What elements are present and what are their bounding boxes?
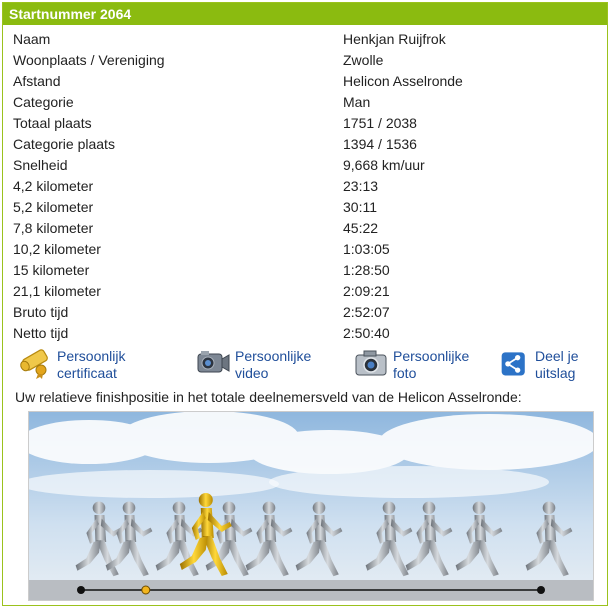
progress-start-dot bbox=[77, 586, 85, 594]
info-label: Bruto tijd bbox=[13, 303, 69, 320]
info-value: 1751 / 2038 bbox=[343, 114, 417, 131]
info-row: 4,2 kilometer 23:13 bbox=[13, 175, 463, 196]
info-value: 2:52:07 bbox=[343, 303, 390, 320]
info-value: Helicon Asselronde bbox=[343, 72, 463, 89]
panel-header: Startnummer 2064 bbox=[3, 3, 607, 25]
info-row: Afstand Helicon Asselronde bbox=[13, 70, 463, 91]
info-label: 21,1 kilometer bbox=[13, 282, 101, 299]
share-link-line2: uitslag bbox=[535, 365, 576, 381]
certificate-icon bbox=[20, 349, 48, 379]
info-row: 7,8 kilometer 45:22 bbox=[13, 217, 463, 238]
runners-illustration bbox=[29, 412, 593, 600]
info-row: 21,1 kilometer 2:09:21 bbox=[13, 280, 463, 301]
info-row: 5,2 kilometer 30:11 bbox=[13, 196, 463, 217]
info-row: Bruto tijd 2:52:07 bbox=[13, 301, 463, 322]
info-label: Categorie bbox=[13, 93, 74, 110]
info-row: 10,2 kilometer 1:03:05 bbox=[13, 238, 463, 259]
info-row: Naam Henkjan Ruijfrok bbox=[13, 28, 463, 49]
info-label: Totaal plaats bbox=[13, 114, 92, 131]
info-value: 30:11 bbox=[343, 198, 377, 215]
share-link-line1: Deel je bbox=[535, 348, 579, 364]
result-table: Naam Henkjan Ruijfrok Woonplaats / Verenig… bbox=[13, 28, 463, 343]
video-link-line2: video bbox=[235, 365, 269, 381]
action-links: Persoonlijk certificaat Persoonlijke video… bbox=[3, 346, 607, 386]
video-camera-icon bbox=[197, 351, 230, 373]
finish-position-marker bbox=[141, 585, 151, 595]
info-label: Netto tijd bbox=[13, 324, 69, 341]
info-value: 9,668 km/uur bbox=[343, 156, 425, 173]
certificate-link[interactable]: Persoonlijk certificaat bbox=[17, 346, 125, 382]
info-label: 4,2 kilometer bbox=[13, 177, 94, 194]
info-label: 7,8 kilometer bbox=[13, 219, 94, 236]
info-label: Snelheid bbox=[13, 156, 68, 173]
info-row: Totaal plaats 1751 / 2038 bbox=[13, 112, 463, 133]
info-value: 2:50:40 bbox=[343, 324, 390, 341]
info-value: 1:28:50 bbox=[343, 261, 390, 278]
info-label: Woonplaats / Vereniging bbox=[13, 51, 165, 68]
certificate-link-line1: Persoonlijk bbox=[57, 348, 126, 364]
info-label: Afstand bbox=[13, 72, 61, 89]
info-row: Woonplaats / Vereniging Zwolle bbox=[13, 49, 463, 70]
info-row: Netto tijd 2:50:40 bbox=[13, 322, 463, 343]
info-value: 1394 / 1536 bbox=[343, 135, 417, 152]
info-value: 1:03:05 bbox=[343, 240, 390, 257]
progress-end-dot bbox=[537, 586, 545, 594]
photo-link-line1: Persoonlijke bbox=[393, 348, 470, 364]
info-value: 2:09:21 bbox=[343, 282, 390, 299]
info-row: Categorie Man bbox=[13, 91, 463, 112]
info-label: 10,2 kilometer bbox=[13, 240, 101, 257]
info-label: 5,2 kilometer bbox=[13, 198, 94, 215]
share-link[interactable]: Deel je uitslag bbox=[499, 346, 579, 382]
info-value: 45:22 bbox=[343, 219, 379, 236]
result-panel: Startnummer 2064 Naam Henkjan Ruijfrok Woo… bbox=[2, 2, 608, 606]
certificate-link-line2: certificaat bbox=[57, 365, 117, 381]
photo-link-line2: foto bbox=[393, 365, 417, 381]
info-value: Zwolle bbox=[343, 51, 384, 68]
info-label: Categorie plaats bbox=[13, 135, 115, 152]
finish-position-graphic bbox=[28, 411, 594, 601]
video-link[interactable]: Persoonlijke video bbox=[195, 346, 311, 382]
info-value: Man bbox=[343, 93, 371, 110]
photo-camera-icon bbox=[355, 350, 387, 376]
photo-link[interactable]: Persoonlijke foto bbox=[353, 346, 469, 382]
info-label: Naam bbox=[13, 30, 51, 47]
info-label: 15 kilometer bbox=[13, 261, 90, 278]
info-row: 15 kilometer 1:28:50 bbox=[13, 259, 463, 280]
share-icon bbox=[501, 352, 525, 376]
video-link-line1: Persoonlijke bbox=[235, 348, 312, 364]
info-row: Categorie plaats 1394 / 1536 bbox=[13, 133, 463, 154]
info-value: 23:13 bbox=[343, 177, 379, 194]
info-row: Snelheid 9,668 km/uur bbox=[13, 154, 463, 175]
finish-caption: Uw relatieve finishpositie in het totale… bbox=[15, 389, 522, 405]
info-value: Henkjan Ruijfrok bbox=[343, 30, 446, 47]
